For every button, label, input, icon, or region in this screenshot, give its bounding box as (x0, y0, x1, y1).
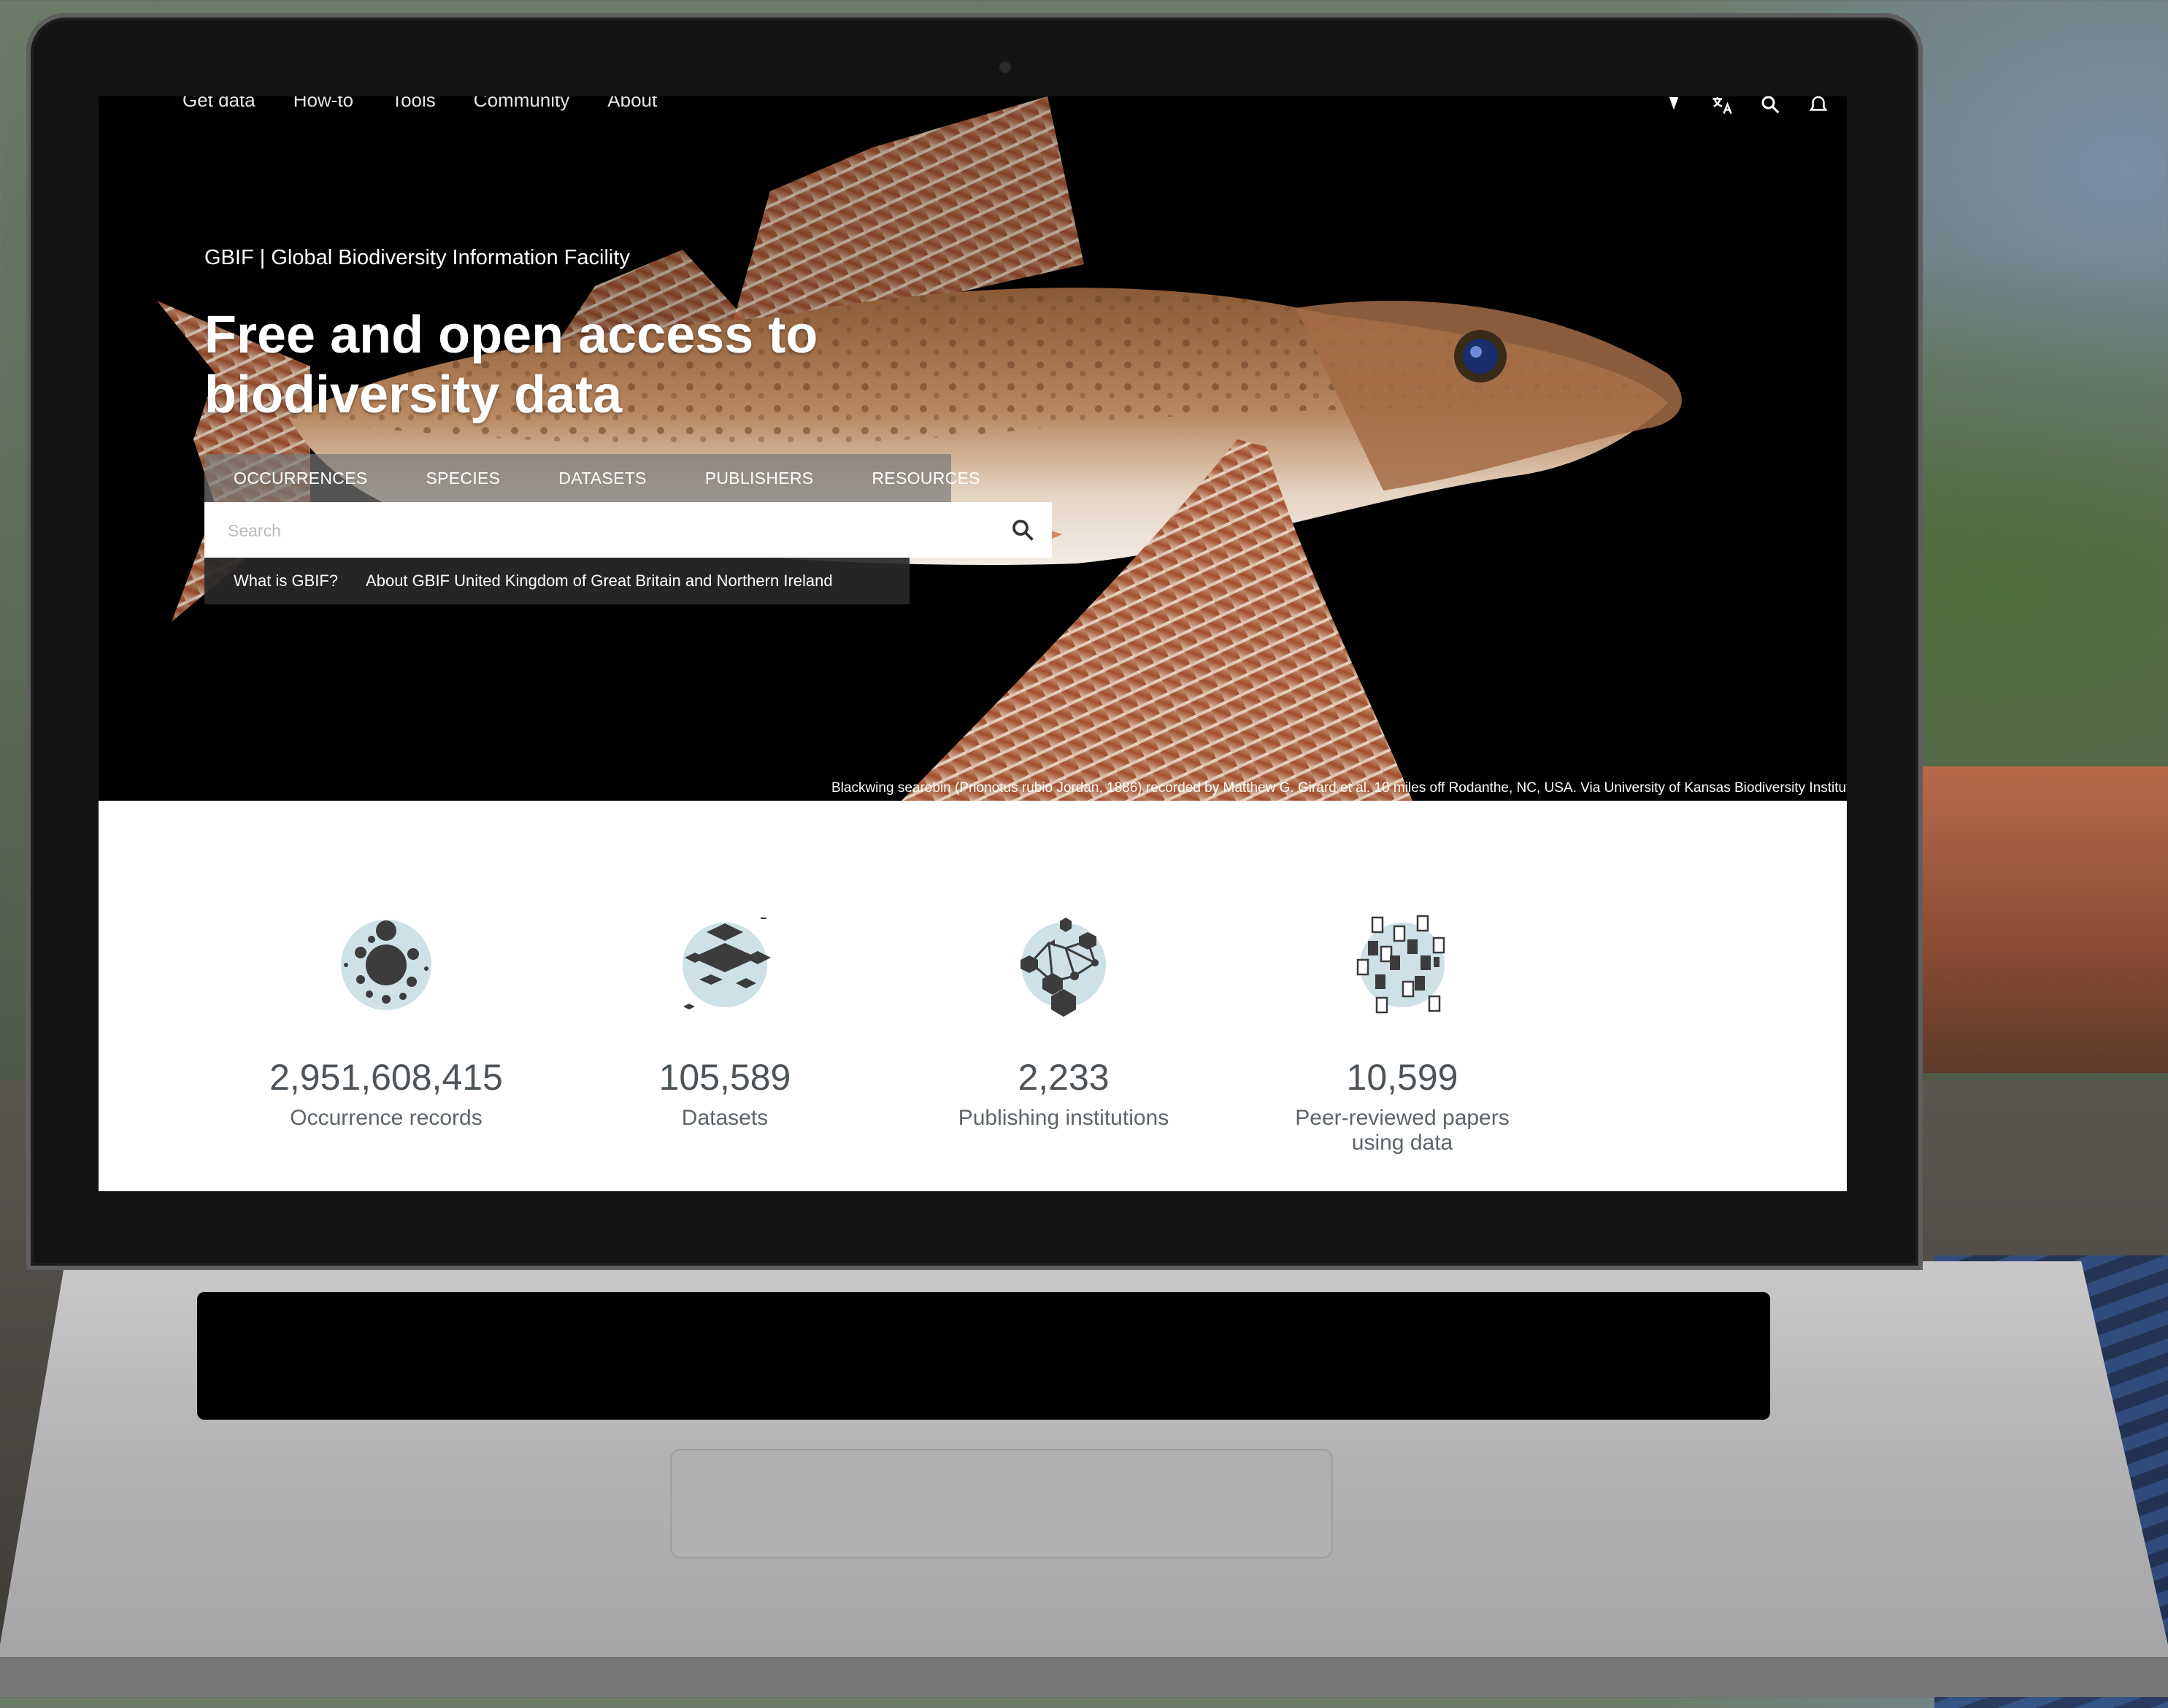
stat-occurrences[interactable]: 2,951,608,415 Occurrence records (240, 910, 532, 1131)
tab-resources[interactable]: RESOURCES (842, 469, 1009, 488)
tab-occurrences[interactable]: OCCURRENCES (204, 469, 396, 488)
laptop-base-lip (0, 1657, 2168, 1697)
search-icon[interactable] (1759, 96, 1781, 115)
link-about-gbif-uk[interactable]: About GBIF United Kingdom of Great Brita… (366, 572, 833, 591)
stat-publishers[interactable]: 2,233 Publishing institutions (918, 910, 1210, 1131)
stat-label: Occurrence records (290, 1106, 483, 1130)
top-navigation: Get data How-to Tools Community About (182, 96, 657, 118)
stat-label: Publishing institutions (958, 1106, 1169, 1130)
site-name: GBIF | Global Biodiversity Information F… (204, 246, 630, 269)
datasets-icon (683, 918, 771, 1009)
papers-icon (1356, 915, 1445, 1014)
search-button-icon[interactable] (1010, 517, 1036, 543)
account-icon[interactable] (1663, 96, 1685, 115)
stat-datasets[interactable]: 105,589 Datasets (579, 910, 871, 1131)
background-ledge (1898, 766, 2168, 1073)
fish-illustration (157, 96, 1682, 801)
laptop-keyboard (197, 1292, 1770, 1420)
stats-section: 2,951,608,415 Occurrence records 105,589… (99, 801, 1847, 1191)
image-caption: Blackwing searobin (Prionotus rubio Jord… (831, 780, 1847, 796)
hero-headline: Free and open access to biodiversity dat… (204, 306, 818, 424)
nav-tools[interactable]: Tools (391, 96, 436, 118)
link-what-is-gbif[interactable]: What is GBIF? (204, 572, 338, 591)
search-box (204, 502, 1052, 559)
quick-links: What is GBIF? About GBIF United Kingdom … (204, 558, 910, 604)
stat-label: Peer-reviewed papers using data (1295, 1106, 1510, 1155)
stat-number: 2,951,608,415 (269, 1057, 503, 1098)
search-tabs: OCCURRENCES SPECIES DATASETS PUBLISHERS … (204, 454, 980, 502)
top-navigation-icons (1663, 96, 1829, 115)
stat-number: 2,233 (1018, 1057, 1110, 1098)
stat-number: 10,599 (1346, 1057, 1458, 1098)
tab-publishers[interactable]: PUBLISHERS (676, 469, 843, 488)
tab-species[interactable]: SPECIES (396, 469, 529, 488)
nav-get-data[interactable]: Get data (182, 96, 255, 118)
laptop-trackpad (670, 1449, 1333, 1558)
hero-section: Get data How-to Tools Community About GB… (99, 96, 1847, 801)
search-input[interactable] (226, 502, 959, 559)
nav-community[interactable]: Community (474, 96, 569, 118)
stat-papers[interactable]: 10,599 Peer-reviewed papers using data (1256, 910, 1548, 1155)
stat-label: Datasets (681, 1106, 769, 1130)
translate-icon[interactable] (1711, 96, 1733, 115)
publishers-icon (1020, 918, 1106, 1017)
nav-how-to[interactable]: How-to (293, 96, 353, 118)
stat-number: 105,589 (658, 1057, 791, 1098)
notification-icon[interactable] (1807, 96, 1829, 115)
nav-about[interactable]: About (607, 96, 657, 118)
occurrence-icon (341, 920, 431, 1010)
camera (999, 61, 1011, 73)
laptop-screen: Get data How-to Tools Community About GB… (99, 96, 1847, 1191)
tab-datasets[interactable]: DATASETS (529, 469, 675, 488)
